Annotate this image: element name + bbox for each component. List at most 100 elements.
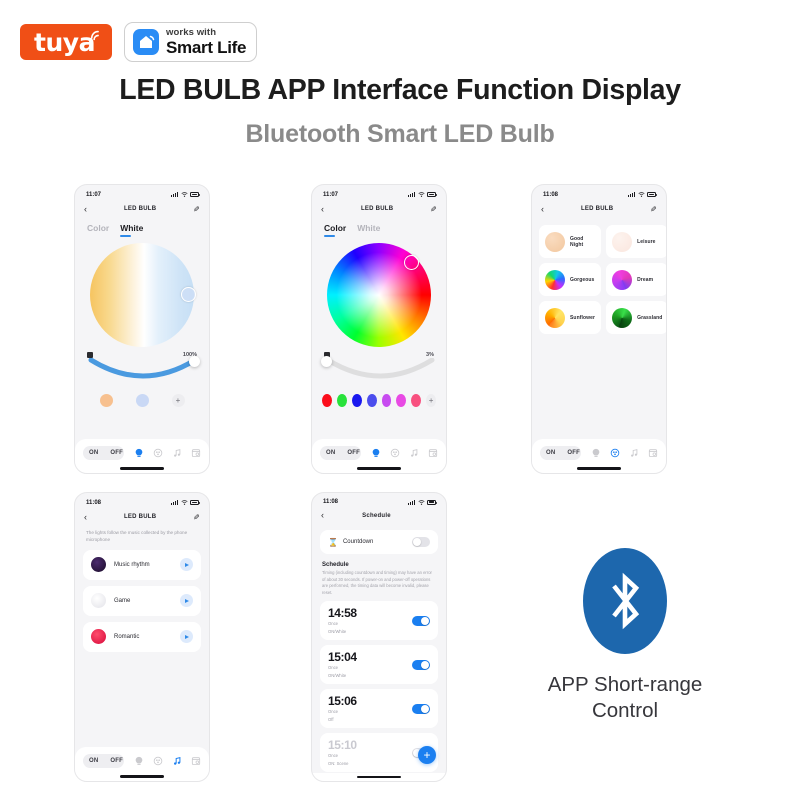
- bulb-icon[interactable]: [591, 448, 601, 458]
- pencil-edit-icon[interactable]: ✎: [193, 205, 200, 214]
- countdown-card[interactable]: ⌛ Countdown: [320, 530, 438, 555]
- music-note-icon[interactable]: [172, 448, 182, 458]
- music-note-icon[interactable]: [409, 448, 419, 458]
- music-mode-romantic[interactable]: Romantic: [83, 621, 201, 652]
- scene-card-dream[interactable]: Dream: [606, 263, 666, 296]
- add-schedule-button[interactable]: +: [418, 746, 436, 764]
- preset-swatches: +: [75, 388, 209, 407]
- chevron-left-icon[interactable]: ‹: [84, 512, 87, 522]
- play-icon[interactable]: [180, 558, 193, 572]
- phone-screen-schedule: 11:08 ‹ Schedule ⌛ Countdown Schedule Ti…: [311, 492, 447, 782]
- schedule-timer-icon[interactable]: [191, 448, 201, 458]
- preset-swatches: +: [312, 388, 446, 407]
- on-button[interactable]: ON: [83, 754, 104, 768]
- schedule-timer-icon[interactable]: [428, 448, 438, 458]
- swatch-blue[interactable]: [351, 394, 362, 407]
- brightness-knob[interactable]: [321, 356, 332, 367]
- schedule-row[interactable]: 14:58 Once ON/White: [320, 601, 438, 641]
- schedule-repeat: Once: [328, 752, 339, 758]
- nav-bar: ‹ LED BULB ✎: [75, 509, 209, 525]
- scene-color-dot: [545, 307, 565, 328]
- schedule-action: ON: Scene: [328, 760, 349, 766]
- scene-card-good-night[interactable]: Good Night: [539, 225, 602, 258]
- swatch-indigo[interactable]: [366, 394, 377, 407]
- schedule-timer-icon[interactable]: [191, 756, 201, 766]
- tab-white[interactable]: White: [357, 223, 380, 236]
- scene-card-sunflower[interactable]: Sunflower: [539, 301, 602, 334]
- bulb-icon[interactable]: [134, 756, 144, 766]
- schedule-toggle[interactable]: [412, 703, 430, 714]
- scene-card-leisure[interactable]: Leisure: [606, 225, 666, 258]
- palette-scene-icon[interactable]: [153, 448, 163, 458]
- off-button[interactable]: OFF: [104, 446, 124, 460]
- palette-scene-icon[interactable]: [390, 448, 400, 458]
- picker-handle[interactable]: [404, 255, 419, 270]
- music-mode-music-rhythm[interactable]: Music rhythm: [83, 549, 201, 580]
- chevron-left-icon[interactable]: ‹: [321, 511, 324, 520]
- color-wheel-picker[interactable]: [312, 243, 446, 347]
- mode-icon-group: [134, 756, 201, 766]
- tab-white[interactable]: White: [120, 223, 143, 237]
- chevron-left-icon[interactable]: ‹: [84, 204, 87, 214]
- swatch-warm[interactable]: [99, 394, 113, 407]
- schedule-row[interactable]: 15:06 Once Off: [320, 689, 438, 729]
- picker-handle[interactable]: [181, 287, 196, 302]
- scene-card-grassland[interactable]: Grassland: [606, 301, 666, 334]
- on-button[interactable]: ON: [83, 446, 104, 460]
- swatch-magenta[interactable]: [396, 394, 407, 407]
- color-wheel[interactable]: [327, 243, 431, 347]
- wifi-icon: [180, 500, 188, 505]
- pencil-edit-icon[interactable]: ✎: [430, 205, 437, 214]
- swatch-pink[interactable]: [411, 394, 422, 407]
- scene-card-gorgeous[interactable]: Gorgeous: [539, 263, 602, 296]
- brightness-arc-slider[interactable]: [85, 356, 200, 388]
- temperature-disc[interactable]: [90, 243, 196, 347]
- brightness-knob[interactable]: [189, 356, 200, 367]
- bulb-icon[interactable]: [134, 448, 144, 458]
- swatch-cool[interactable]: [135, 394, 149, 407]
- schedule-toggle[interactable]: [412, 659, 430, 670]
- vinyl-record-icon: [91, 557, 106, 573]
- smart-home-icon: [133, 29, 159, 55]
- power-toggle-group[interactable]: ON OFF: [320, 446, 361, 460]
- schedule-toggle[interactable]: [412, 615, 430, 626]
- off-button[interactable]: OFF: [104, 754, 124, 768]
- swatch-green[interactable]: [336, 394, 347, 407]
- chevron-left-icon[interactable]: ‹: [321, 204, 324, 214]
- schedule-row[interactable]: 15:04 Once ON/White: [320, 645, 438, 685]
- works-with-label: works with: [166, 27, 217, 39]
- on-button[interactable]: ON: [540, 446, 561, 460]
- bulb-icon[interactable]: [371, 448, 381, 458]
- white-temperature-picker[interactable]: [75, 243, 209, 347]
- palette-scene-icon[interactable]: [610, 448, 620, 458]
- countdown-label: Countdown: [342, 539, 374, 546]
- wifi-signal-icon: [90, 30, 99, 41]
- power-toggle-group[interactable]: ON OFF: [540, 446, 581, 460]
- play-icon[interactable]: [180, 594, 193, 608]
- music-mode-game[interactable]: Game: [83, 585, 201, 616]
- pencil-edit-icon[interactable]: ✎: [193, 513, 200, 522]
- palette-scene-icon[interactable]: [153, 756, 163, 766]
- pencil-edit-icon[interactable]: ✎: [650, 205, 657, 214]
- music-note-icon[interactable]: [629, 448, 639, 458]
- add-swatch-button[interactable]: +: [426, 394, 436, 407]
- brand-badges: tuya works with Smart Life: [20, 22, 258, 62]
- swatch-red[interactable]: [322, 394, 332, 407]
- power-toggle-group[interactable]: ON OFF: [83, 754, 124, 768]
- status-time: 11:07: [86, 191, 102, 198]
- on-button[interactable]: ON: [320, 446, 341, 460]
- status-indicators: [171, 500, 200, 505]
- chevron-left-icon[interactable]: ‹: [541, 204, 544, 214]
- power-toggle-group[interactable]: ON OFF: [83, 446, 124, 460]
- schedule-timer-icon[interactable]: [648, 448, 658, 458]
- music-note-icon[interactable]: [172, 756, 182, 766]
- play-icon[interactable]: [180, 630, 193, 644]
- brightness-arc-slider[interactable]: [321, 356, 436, 388]
- add-swatch-button[interactable]: +: [171, 394, 185, 407]
- swatch-violet[interactable]: [381, 394, 392, 407]
- off-button[interactable]: OFF: [341, 446, 361, 460]
- tab-color[interactable]: Color: [324, 223, 346, 237]
- off-button[interactable]: OFF: [561, 446, 581, 460]
- countdown-toggle[interactable]: [412, 537, 430, 548]
- tab-color[interactable]: Color: [87, 223, 109, 236]
